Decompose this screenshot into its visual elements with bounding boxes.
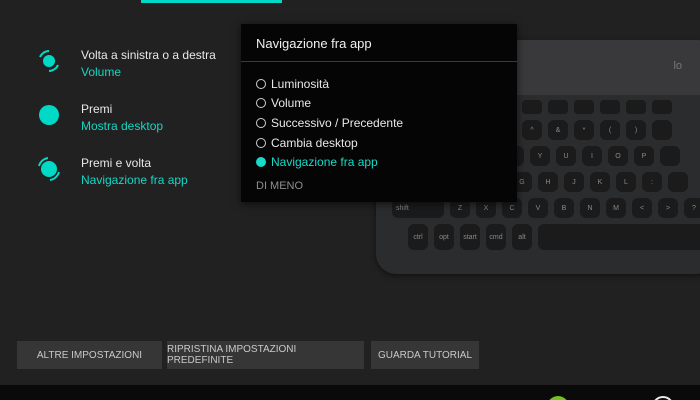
key (522, 100, 542, 114)
option-volume[interactable]: Volume (256, 94, 403, 114)
action-press[interactable]: Premi Mostra desktop (36, 101, 163, 135)
key: : (642, 172, 662, 192)
action-press-rotate[interactable]: Premi e volta Navigazione fra app (36, 155, 188, 189)
watch-tutorial-button[interactable]: GUARDA TUTORIAL (371, 341, 479, 369)
press-dot-icon (36, 102, 62, 128)
key: I (582, 146, 602, 166)
key: O (608, 146, 628, 166)
radio-button[interactable] (256, 78, 266, 89)
radio-button[interactable] (256, 137, 266, 148)
key: H (538, 172, 558, 192)
dropdown-options: Luminosità Volume Successivo / Precedent… (256, 74, 403, 172)
key-cmd: cmd (486, 224, 506, 250)
press-rotate-icon (36, 156, 62, 182)
action-value[interactable]: Mostra desktop (81, 118, 163, 135)
key (652, 100, 672, 114)
key: & (548, 120, 568, 140)
footer-bar (0, 385, 700, 400)
key: ) (626, 120, 646, 140)
radio-button[interactable] (256, 98, 266, 109)
option-label: Cambia desktop (271, 135, 358, 150)
action-label: Volta a sinistra o a destra (81, 48, 216, 62)
key: N (580, 198, 600, 218)
key (574, 100, 594, 114)
key: ( (600, 120, 620, 140)
action-label: Premi (81, 102, 113, 116)
key: B (554, 198, 574, 218)
key (626, 100, 646, 114)
key: ? (684, 198, 700, 218)
key: K (590, 172, 610, 192)
dropdown-divider (241, 61, 517, 62)
action-value[interactable]: Navigazione fra app (81, 172, 188, 189)
key (668, 172, 688, 192)
key: U (556, 146, 576, 166)
key-ctrl: ctrl (408, 224, 428, 250)
key: P (634, 146, 654, 166)
key: > (658, 198, 678, 218)
radio-button[interactable] (256, 117, 266, 128)
key-alt: alt (512, 224, 532, 250)
show-less-link[interactable]: DI MENO (256, 180, 303, 192)
rotate-gesture-icon (36, 48, 62, 74)
radio-button-selected[interactable] (256, 157, 266, 168)
key: M (606, 198, 626, 218)
restore-defaults-button[interactable]: RIPRISTINA IMPOSTAZIONI PREDEFINITE (167, 341, 364, 369)
option-label: Successivo / Precedente (271, 115, 404, 130)
key-row-modifiers: ctrl opt start cmd alt (408, 224, 700, 250)
dropdown-title: Navigazione fra app (256, 36, 372, 51)
key: Y (530, 146, 550, 166)
option-luminosita[interactable]: Luminosità (256, 74, 403, 94)
more-settings-button[interactable]: ALTRE IMPOSTAZIONI (17, 341, 162, 369)
key-start: start (460, 224, 480, 250)
key-opt: opt (434, 224, 454, 250)
action-rotate[interactable]: Volta a sinistra o a destra Volume (36, 47, 216, 81)
key (600, 100, 620, 114)
key: < (632, 198, 652, 218)
action-label: Premi e volta (81, 156, 152, 170)
key-space (538, 224, 700, 250)
key: L (616, 172, 636, 192)
option-label: Luminosità (271, 76, 330, 91)
key: * (574, 120, 594, 140)
option-label: Volume (271, 96, 312, 111)
key: ^ (522, 120, 542, 140)
key (652, 120, 672, 140)
key (660, 146, 680, 166)
key (548, 100, 568, 114)
account-icon[interactable] (652, 396, 674, 400)
option-navigazione-fra-app[interactable]: Navigazione fra app (256, 152, 403, 172)
option-cambia-desktop[interactable]: Cambia desktop (256, 133, 403, 153)
app-window: Volta a sinistra o a destra Volume Premi… (0, 0, 700, 400)
key: V (528, 198, 548, 218)
active-tab-indicator (141, 0, 282, 3)
function-dropdown: Navigazione fra app Luminosità Volume Su… (241, 24, 517, 202)
option-label: Navigazione fra app (271, 155, 378, 170)
key: J (564, 172, 584, 192)
status-indicator-icon[interactable] (547, 396, 569, 400)
action-value[interactable]: Volume (81, 64, 216, 81)
keyboard-logo: lo (673, 60, 682, 72)
option-successivo-precedente[interactable]: Successivo / Precedente (256, 113, 403, 133)
